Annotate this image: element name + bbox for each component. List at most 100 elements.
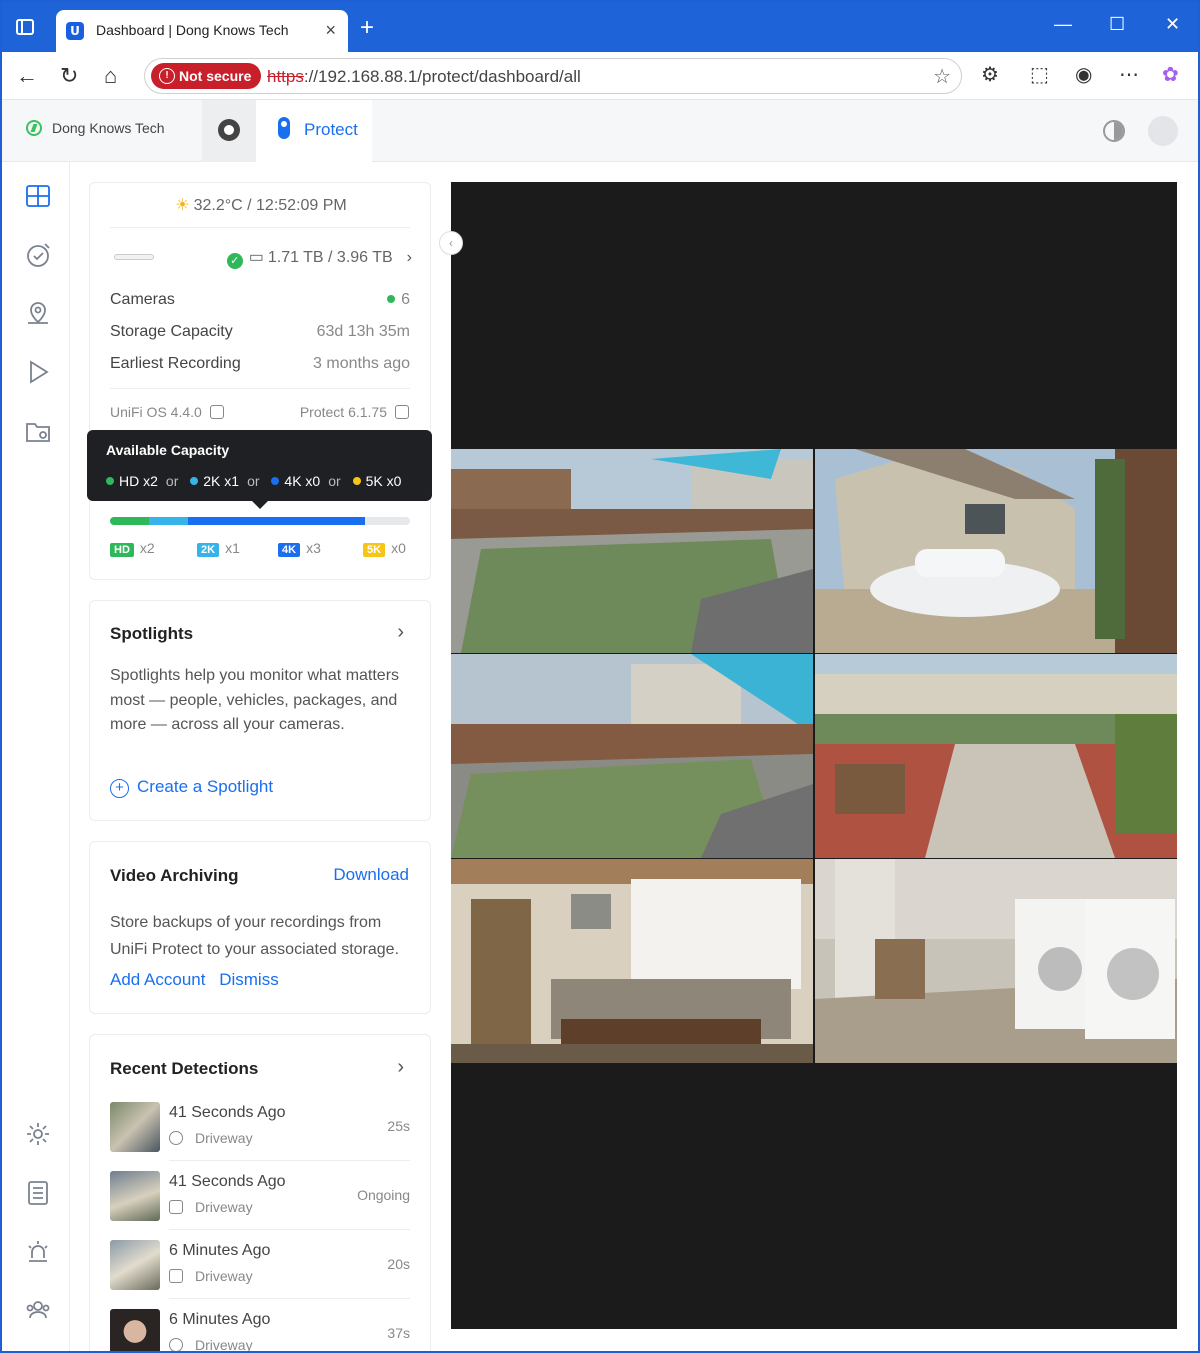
protect-version-text: Protect 6.1.75 <box>299 404 387 420</box>
detection-camera: Driveway <box>169 1130 253 1146</box>
download-link[interactable]: Download <box>333 865 409 885</box>
chevron-right-icon[interactable]: › <box>407 249 412 266</box>
2k-count: x1 <box>225 540 240 556</box>
detection-time: 41 Seconds Ago <box>169 1173 286 1190</box>
plus-circle-icon: + <box>110 779 129 798</box>
sidebar-toggle-icon[interactable] <box>16 19 34 35</box>
os-version[interactable]: UniFi OS 4.4.0 <box>110 404 224 420</box>
browser-tab-active[interactable]: U Dashboard | Dong Knows Tech × <box>56 10 348 52</box>
url-text[interactable]: https://192.168.88.1/protect/dashboard/a… <box>267 67 581 87</box>
storage-row[interactable]: ✓ ▭ 1.71 TB / 3.96 TB › <box>110 245 412 269</box>
list-item[interactable]: 6 Minutes Ago Driveway 20s <box>110 1240 410 1296</box>
storage-capacity-value: 63d 13h 35m <box>316 323 410 340</box>
camera-tile-porch[interactable] <box>815 654 1177 858</box>
avatar[interactable] <box>1148 116 1178 146</box>
cameras-value: 6 <box>401 291 410 308</box>
detections-title: Recent Detections <box>110 1059 259 1078</box>
url-input[interactable]: Not secure https://192.168.88.1/protect/… <box>144 58 962 94</box>
capacity-bar[interactable] <box>110 517 410 525</box>
detection-time: 6 Minutes Ago <box>169 1242 271 1259</box>
screenshot-icon[interactable]: ⬚ <box>1030 62 1049 87</box>
tooltip-2k: 2K x1 <box>203 473 240 489</box>
capacity-segment-2k <box>149 517 188 525</box>
or-text: or <box>328 473 341 489</box>
archiving-description: Store backups of your recordings from Un… <box>110 914 400 958</box>
storage-capacity-label: Storage Capacity <box>110 323 233 340</box>
release-notes-icon <box>209 405 224 419</box>
divider <box>169 1298 410 1299</box>
favorite-star-icon[interactable]: ☆ <box>933 64 951 89</box>
legend-5k: 5K x0 <box>363 540 406 557</box>
alarm-siren-icon[interactable] <box>24 1238 52 1266</box>
theme-toggle-icon[interactable] <box>1103 120 1125 142</box>
camera-tile-laundry[interactable] <box>815 859 1177 1063</box>
divider <box>110 388 410 389</box>
maximize-icon[interactable]: ☐ <box>1109 14 1125 35</box>
hd-badge: HD <box>110 543 134 557</box>
cameras-count: 6 <box>387 291 410 309</box>
reader-icon[interactable]: ◉ <box>1075 62 1092 87</box>
detection-duration: 20s <box>387 1256 410 1272</box>
map-nav-icon[interactable] <box>24 299 52 327</box>
reload-icon[interactable]: ↻ <box>60 63 78 89</box>
legend-hd: HD x2 <box>110 540 155 557</box>
back-icon[interactable]: ← <box>16 63 38 89</box>
new-tab-icon[interactable]: + <box>360 14 374 42</box>
alarm-manager-nav-icon[interactable] <box>24 241 52 269</box>
site-switcher[interactable]: Dong Knows Tech <box>26 120 165 136</box>
detection-thumbnail <box>110 1171 160 1221</box>
camera-tile-backyard[interactable] <box>451 449 813 653</box>
detection-time: 41 Seconds Ago <box>169 1104 286 1121</box>
recent-detections-card: Recent Detections › 41 Seconds Ago Drive… <box>89 1034 431 1351</box>
not-secure-badge[interactable]: Not secure <box>151 63 262 89</box>
4k-dot-icon <box>271 477 280 485</box>
copilot-icon[interactable]: ✿ <box>1162 62 1179 87</box>
sun-icon: ☀ <box>175 197 190 214</box>
tooltip-title: Available Capacity <box>106 442 230 458</box>
release-notes-icon <box>395 405 409 419</box>
play-nav-icon[interactable] <box>24 358 52 386</box>
close-tab-icon[interactable]: × <box>325 20 336 41</box>
camera-tile-backyard-wide[interactable] <box>451 654 813 858</box>
folder-nav-icon[interactable] <box>24 417 52 445</box>
users-icon[interactable] <box>24 1296 52 1324</box>
minimize-icon[interactable]: — <box>1054 14 1072 35</box>
face-icon <box>169 1131 183 1145</box>
hd-count: x2 <box>139 540 155 556</box>
extensions-icon[interactable]: ⚙ <box>981 62 999 87</box>
title-bar: U Dashboard | Dong Knows Tech × + — ☐ ✕ <box>2 2 1198 52</box>
add-account-link[interactable]: Add Account <box>110 970 205 989</box>
dashboard-nav-icon[interactable] <box>24 182 52 210</box>
camera-tile-front-driveway[interactable] <box>815 449 1177 653</box>
detection-camera: Driveway <box>169 1268 253 1284</box>
settings-gear-icon[interactable] <box>24 1120 52 1148</box>
app-launcher-icon[interactable] <box>218 119 240 141</box>
logs-list-icon[interactable] <box>24 1179 52 1207</box>
chevron-right-icon[interactable]: › <box>397 1056 404 1079</box>
collapse-panel-icon[interactable]: ‹ <box>439 231 463 255</box>
tooltip-capacity-line: HD x2 or 2K x1 or 4K x0 or 5K x0 <box>106 473 401 489</box>
camera-viewer <box>451 182 1177 1329</box>
camera-tile-living-room[interactable] <box>451 859 813 1063</box>
list-item[interactable]: 41 Seconds Ago Driveway 25s <box>110 1102 410 1158</box>
create-spotlight-button[interactable]: + Create a Spotlight <box>110 775 410 800</box>
dismiss-link[interactable]: Dismiss <box>219 970 279 989</box>
more-menu-icon[interactable]: ⋯ <box>1119 62 1139 87</box>
list-item[interactable]: 41 Seconds Ago Driveway Ongoing <box>110 1171 410 1227</box>
chevron-right-icon[interactable]: › <box>397 621 404 644</box>
left-nav <box>2 162 70 1351</box>
tab-protect[interactable]: Protect <box>256 100 372 162</box>
capacity-segment-hd <box>110 517 149 525</box>
hdd-icon: ▭ <box>248 249 264 266</box>
create-spotlight-label: Create a Spotlight <box>137 777 274 796</box>
divider <box>169 1160 410 1161</box>
detection-thumbnail <box>110 1240 160 1290</box>
protect-version[interactable]: Protect 6.1.75 <box>300 404 409 420</box>
home-icon[interactable]: ⌂ <box>104 63 117 89</box>
camera-name: Driveway <box>195 1130 253 1146</box>
close-window-icon[interactable]: ✕ <box>1165 14 1180 35</box>
tooltip-5k: 5K x0 <box>365 473 402 489</box>
list-item[interactable]: 6 Minutes Ago Driveway 37s <box>110 1309 410 1351</box>
address-bar: ← ↻ ⌂ Not secure https://192.168.88.1/pr… <box>2 52 1198 100</box>
5k-count: x0 <box>391 540 406 556</box>
